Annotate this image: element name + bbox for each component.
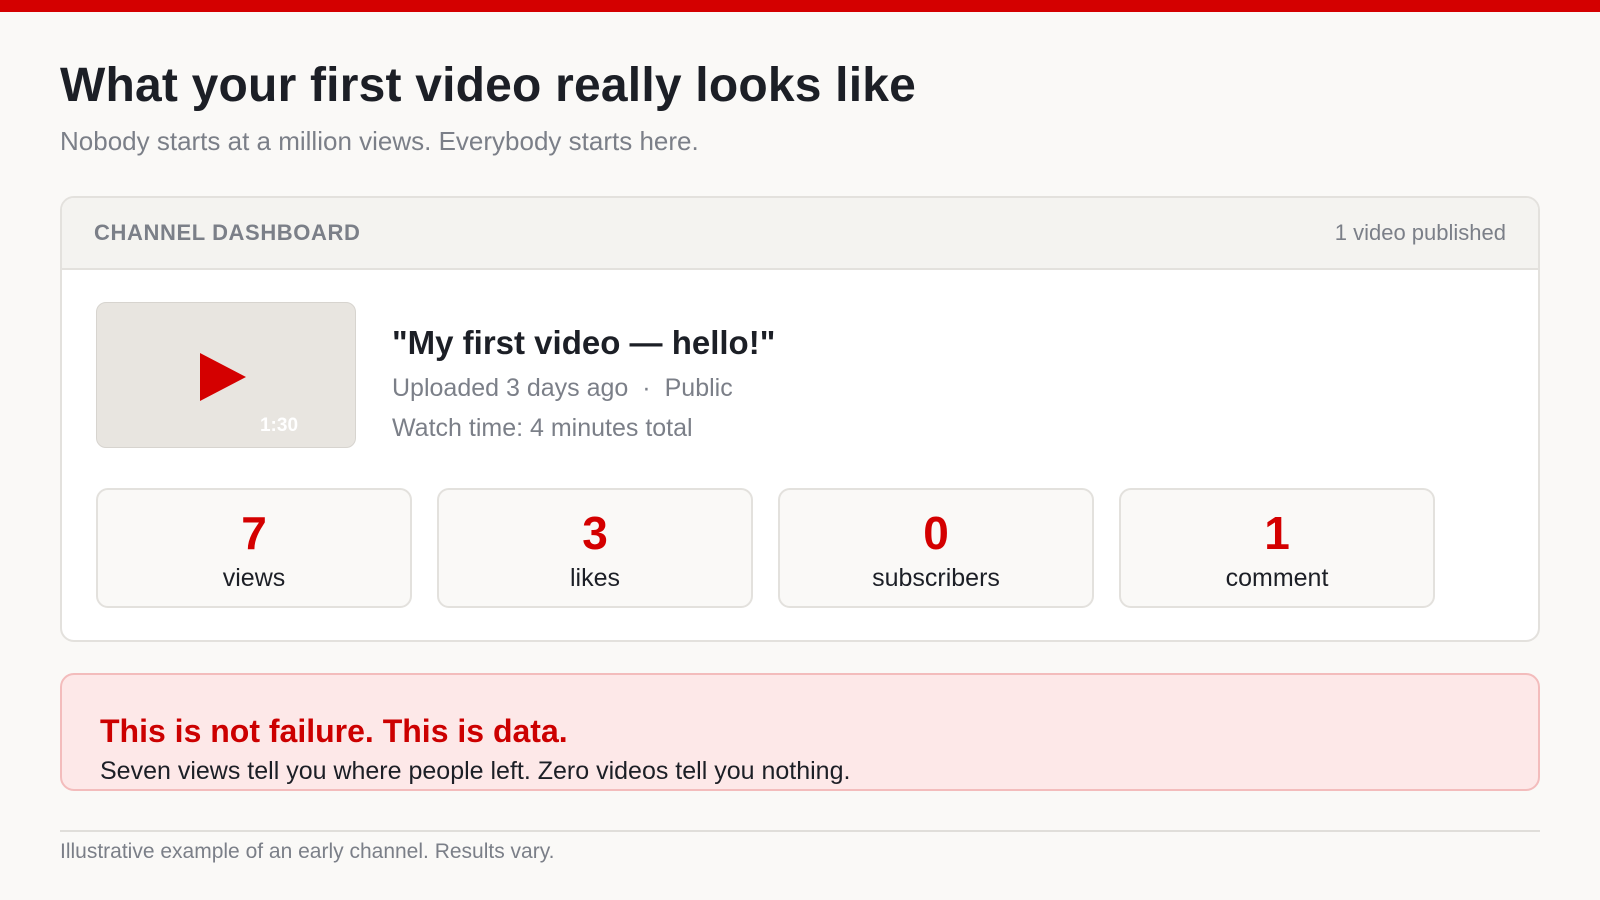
video-duration: 1:30 <box>259 415 299 436</box>
page-title: What your first video really looks like <box>60 59 917 112</box>
stat-value: 7 <box>241 507 267 559</box>
stat-label: likes <box>569 564 620 592</box>
stat-label: subscribers <box>872 564 1000 592</box>
footnote: Illustrative example of an early channel… <box>60 840 555 863</box>
stat-label: comment <box>1225 564 1329 592</box>
top-accent-bar <box>0 0 1600 12</box>
dashboard-label: CHANNEL DASHBOARD <box>94 220 361 245</box>
stat-card-views: 7 views <box>96 488 412 608</box>
visibility-status: Public <box>664 374 733 402</box>
stat-card-subscribers: 0 subscribers <box>778 488 1094 608</box>
stat-value: 0 <box>923 507 949 559</box>
video-title[interactable]: "My first video — hello!" <box>392 324 775 362</box>
play-icon[interactable] <box>200 353 246 401</box>
stat-value: 3 <box>582 507 608 559</box>
stat-card-likes: 3 likes <box>437 488 753 608</box>
watch-time: Watch time: 4 minutes total <box>392 414 693 442</box>
channel-dashboard: CHANNEL DASHBOARD 1 video published 1:30… <box>60 196 1540 642</box>
footer-divider <box>60 830 1540 832</box>
page-subtitle: Nobody starts at a million views. Everyb… <box>60 126 699 156</box>
video-row[interactable]: 1:30 "My first video — hello!" Uploaded … <box>96 302 1496 448</box>
callout-body: Seven views tell you where people left. … <box>100 757 851 785</box>
published-count: 1 video published <box>1334 220 1506 245</box>
stat-card-comments: 1 comment <box>1119 488 1435 608</box>
upload-date: Uploaded 3 days ago <box>392 374 629 402</box>
stat-value: 1 <box>1264 507 1290 559</box>
dashboard-header: CHANNEL DASHBOARD 1 video published <box>62 198 1538 270</box>
callout-title: This is not failure. This is data. <box>100 713 568 749</box>
stats-row: 7 views 3 likes 0 subscribers 1 comment <box>96 488 1496 608</box>
stat-label: views <box>222 564 286 592</box>
video-thumbnail[interactable]: 1:30 <box>96 302 356 448</box>
insight-callout: This is not failure. This is data. Seven… <box>60 673 1540 791</box>
meta-separator: · <box>642 374 651 402</box>
video-meta: Uploaded 3 days ago · Public <box>392 374 733 403</box>
